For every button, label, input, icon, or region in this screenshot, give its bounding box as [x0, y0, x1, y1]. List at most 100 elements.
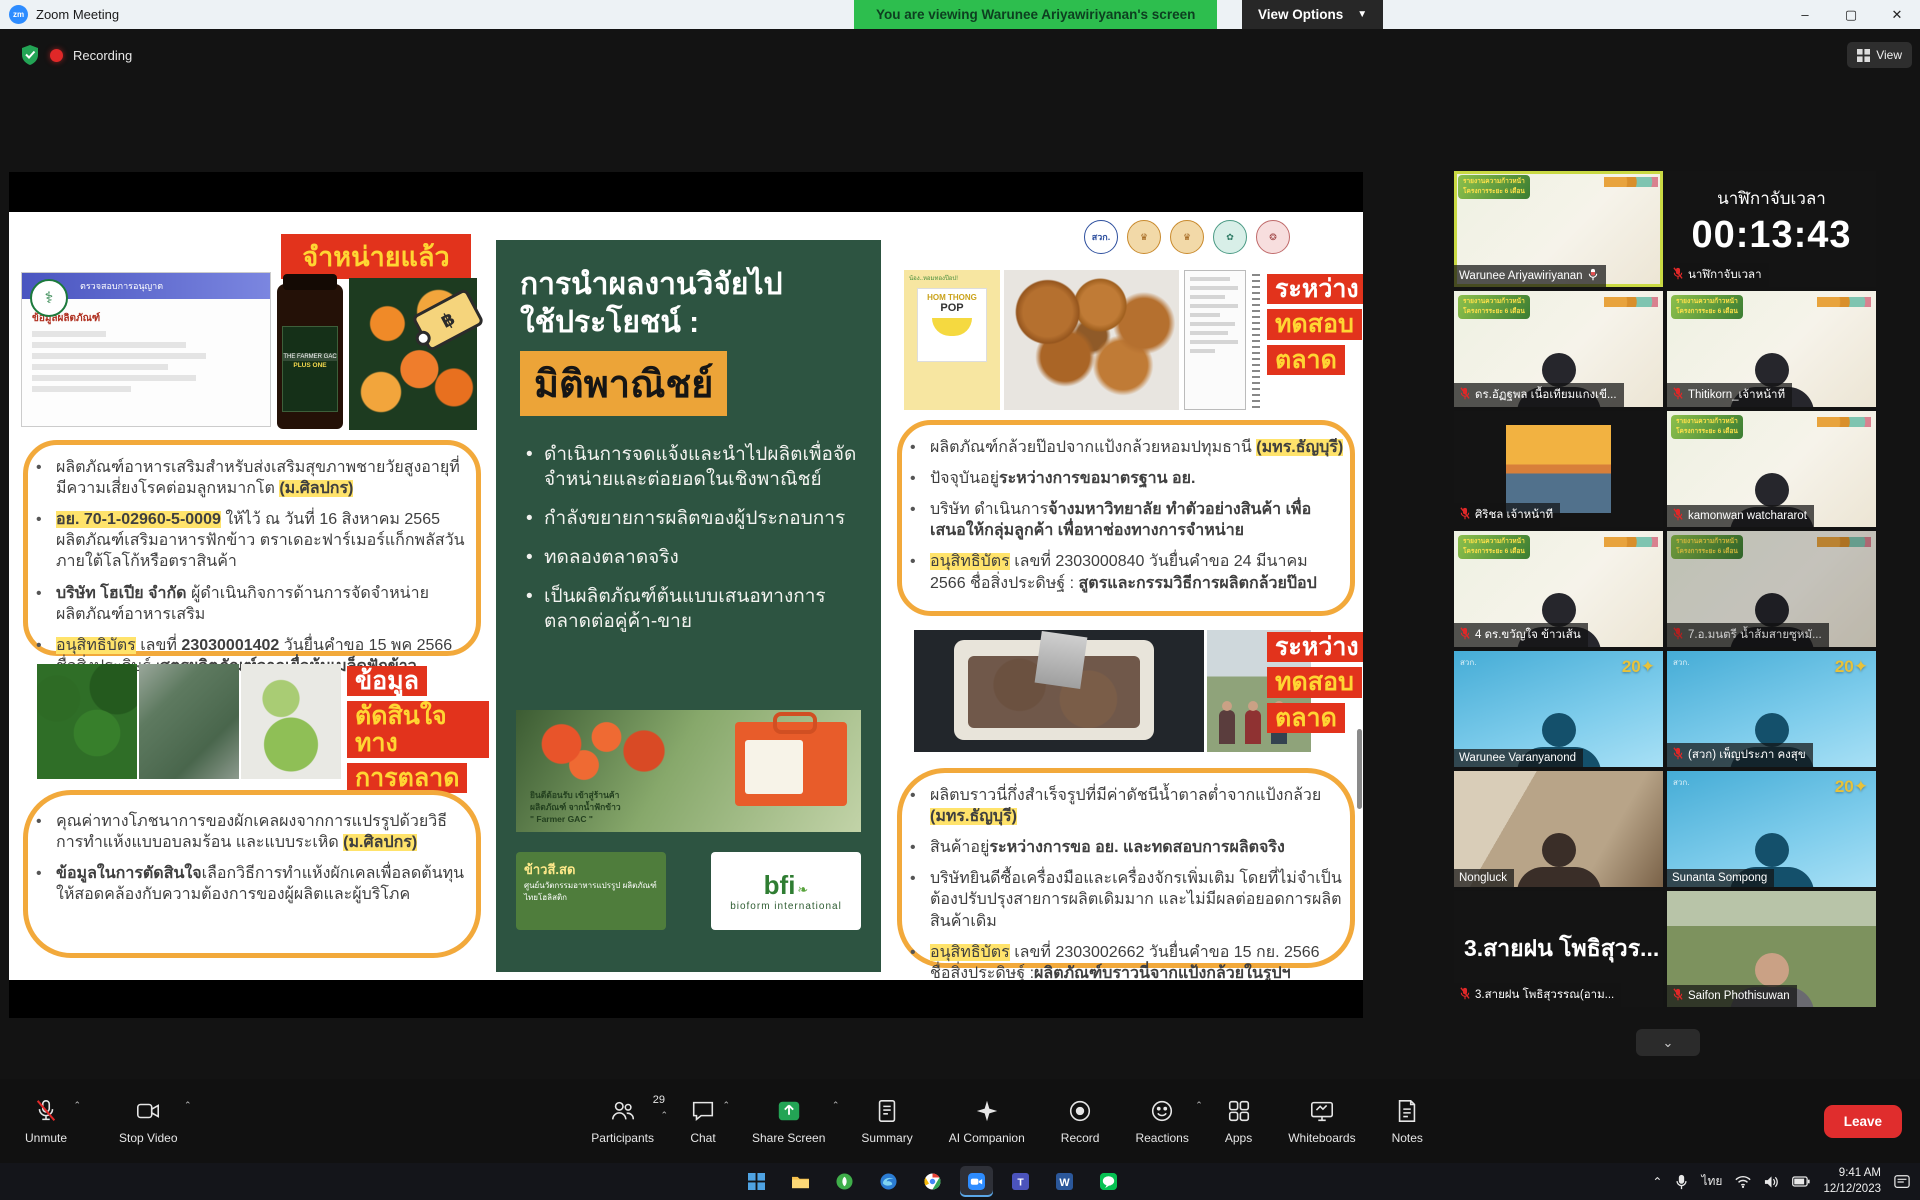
toolbar-center-group: Participants29⌃Chat⌃Share Screen⌃Summary…: [578, 1092, 1436, 1151]
chat-button[interactable]: Chat⌃: [677, 1092, 729, 1151]
reactions-button[interactable]: Reactions⌃: [1122, 1092, 1201, 1151]
participant-name: Thitikorn_เจ้าหน้าที: [1667, 383, 1792, 407]
wifi-icon[interactable]: [1735, 1175, 1751, 1188]
view-layout-button[interactable]: View: [1847, 42, 1912, 68]
more-participants-button[interactable]: ⌄: [1636, 1029, 1700, 1056]
notification-icon[interactable]: [1894, 1174, 1910, 1190]
apps-button[interactable]: Apps: [1212, 1092, 1265, 1151]
leave-button[interactable]: Leave: [1824, 1105, 1902, 1138]
chevron-up-icon[interactable]: ⌃: [722, 1100, 730, 1111]
participant-name: Sunanta Sompong: [1667, 869, 1774, 887]
teams-icon[interactable]: T: [1004, 1166, 1037, 1197]
participant-tile[interactable]: 3.สายฝน โพธิสุวร...3.สายฝน โพธิสุวรรณ(อา…: [1454, 891, 1663, 1007]
taskbar-icons: TW: [740, 1166, 1125, 1197]
minimize-button[interactable]: –: [1782, 0, 1828, 29]
chevron-up-icon[interactable]: ⌃: [1195, 1100, 1203, 1111]
chevron-up-icon[interactable]: ⌃: [832, 1100, 840, 1111]
edge-icon[interactable]: [872, 1166, 905, 1197]
timer-value: 00:13:43: [1667, 214, 1876, 257]
participant-name: นาฬิกาจับเวลา: [1667, 263, 1769, 287]
close-button[interactable]: ✕: [1874, 0, 1920, 29]
chevron-up-icon[interactable]: ⌃: [73, 1100, 81, 1111]
bullet-item: ปัจจุบันอยู่ระหว่างการขอมาตรฐาน อย.: [904, 468, 1344, 489]
taskbar-clock[interactable]: 9:41 AM 12/12/2023: [1823, 1166, 1881, 1197]
shared-screen-scrollbar[interactable]: [1357, 729, 1362, 809]
left-bullet-box-2: คุณค่าทางโภชนาการของผักเคลผงจากการแปรรูป…: [23, 790, 481, 958]
ai-companion-button[interactable]: AI Companion: [936, 1092, 1038, 1151]
participant-tile[interactable]: สวก.20✦Warunee Varanyanond: [1454, 651, 1663, 767]
chrome-icon[interactable]: [916, 1166, 949, 1197]
timer-heading: นาฬิกาจับเวลา: [1667, 185, 1876, 212]
participant-tile[interactable]: รายงานความก้าวหน้าโครงการระยะ 6 เดือน4 ด…: [1454, 531, 1663, 647]
mic-muted-icon: [1459, 987, 1471, 1003]
line-icon[interactable]: [1092, 1166, 1125, 1197]
mic-muted-icon: [33, 1098, 59, 1127]
participant-tile[interactable]: สวก.20✦(สวก) เพ็ญประภา คงสุข: [1667, 651, 1876, 767]
fried-banana-balls-image: [1004, 270, 1179, 410]
maximize-button[interactable]: ▢: [1828, 0, 1874, 29]
testing-market-label: ระหว่างทดสอบตลาด: [1267, 274, 1363, 380]
toolbar-label: Participants: [591, 1131, 654, 1145]
language-indicator[interactable]: ไทย: [1701, 1172, 1722, 1191]
viewing-screen-banner: You are viewing Warunee Ariyawiriyanan's…: [854, 0, 1217, 29]
left-bullet-box: ผลิตภัณฑ์อาหารเสริมสำหรับส่งเสริมสุขภาพช…: [23, 440, 481, 656]
mic-muted-icon: [1672, 988, 1684, 1004]
start-icon[interactable]: [740, 1166, 773, 1197]
toolbar-label: Stop Video: [119, 1131, 178, 1145]
participant-tile[interactable]: สวก.20✦Sunanta Sompong: [1667, 771, 1876, 887]
battery-icon[interactable]: [1792, 1176, 1810, 1187]
red-label-line: ตลาด: [1267, 703, 1345, 733]
word-icon[interactable]: W: [1048, 1166, 1081, 1197]
notes-button[interactable]: Notes: [1379, 1092, 1436, 1151]
settings-green-icon[interactable]: [828, 1166, 861, 1197]
participant-tile[interactable]: รายงานความก้าวหน้าโครงการระยะ 6 เดือนThi…: [1667, 291, 1876, 407]
participant-tile[interactable]: รายงานความก้าวหน้าโครงการระยะ 6 เดือน7.อ…: [1667, 531, 1876, 647]
chevron-up-icon[interactable]: ⌃: [184, 1100, 192, 1111]
gac-fruit-image: [524, 716, 674, 786]
mic-muted-icon: [1672, 508, 1684, 524]
virtual-bg-report-badge: รายงานความก้าวหน้าโครงการระยะ 6 เดือน: [1458, 535, 1530, 559]
security-shield-icon[interactable]: [20, 44, 40, 66]
bullet-item: ผลิตภัณฑ์อาหารเสริมสำหรับส่งเสริมสุขภาพช…: [30, 457, 470, 499]
whiteboards-button[interactable]: Whiteboards: [1275, 1092, 1368, 1151]
participant-tile[interactable]: ศิริชล เจ้าหน้าที: [1454, 411, 1663, 527]
summary-button[interactable]: Summary: [848, 1092, 925, 1151]
record-button[interactable]: Record: [1048, 1092, 1113, 1151]
bullet-item: บริษัทยินดีซื้อเครื่องมือและเครื่องจักรเ…: [904, 868, 1344, 931]
zoom-icon[interactable]: [960, 1166, 993, 1197]
chevron-up-icon[interactable]: ⌃: [660, 1110, 668, 1121]
participant-tile[interactable]: นาฬิกาจับเวลา00:13:43นาฬิกาจับเวลา: [1667, 171, 1876, 287]
participant-name: (สวก) เพ็ญประภา คงสุข: [1667, 743, 1813, 767]
tray-mic-icon[interactable]: [1675, 1174, 1688, 1190]
summary-icon: [874, 1098, 900, 1127]
bullet-item: ข้อมูลในการตัดสินใจเลือกวิธีการทำแห้งผัก…: [30, 863, 470, 905]
view-options-button[interactable]: View Options ▼: [1242, 0, 1383, 29]
participant-tile[interactable]: รายงานความก้าวหน้าโครงการระยะ 6 เดือนkam…: [1667, 411, 1876, 527]
toolbar-label: Whiteboards: [1288, 1131, 1355, 1145]
mic-muted-icon: [1672, 387, 1684, 403]
unmute-button[interactable]: Unmute⌃: [12, 1092, 80, 1151]
participant-tile[interactable]: Nongluck: [1454, 771, 1663, 887]
participant-tile[interactable]: รายงานความก้าวหน้าโครงการระยะ 6 เดือนWar…: [1454, 171, 1663, 287]
participant-tile[interactable]: รายงานความก้าวหน้าโครงการระยะ 6 เดือนดร.…: [1454, 291, 1663, 407]
share-screen-button[interactable]: Share Screen⌃: [739, 1092, 838, 1151]
bullet-item: ทดลองตลาดจริง: [520, 545, 857, 570]
volume-icon[interactable]: [1764, 1175, 1779, 1189]
2023-graphic: 20✦: [1622, 657, 1655, 677]
participant-tile[interactable]: Saifon Phothisuwan: [1667, 891, 1876, 1007]
market-decision-label: ข้อมูลตัดสินใจทางการตลาด: [347, 666, 489, 798]
participants-button[interactable]: Participants29⌃: [578, 1092, 667, 1151]
testing-market-label-2: ระหว่างทดสอบตลาด: [1267, 632, 1363, 738]
bullet-item: อนุสิทธิบัตร เลขที่ 2303000840 วันยื่นคำ…: [904, 551, 1344, 593]
stop-video-button[interactable]: Stop Video ⌃: [106, 1092, 191, 1151]
participant-name: Nongluck: [1454, 869, 1514, 887]
virtual-bg-report-badge: รายงานความก้าวหน้าโครงการระยะ 6 เดือน: [1458, 295, 1530, 319]
virtual-bg-logos: [1817, 297, 1871, 307]
virtual-bg-report-badge: รายงานความก้าวหน้าโครงการระยะ 6 เดือน: [1671, 535, 1743, 559]
tray-chevron-up-icon[interactable]: ⌃: [1652, 1175, 1662, 1189]
svk-logo: สวก.: [1673, 776, 1689, 789]
file-explorer-icon[interactable]: [784, 1166, 817, 1197]
rice-brand-card: ข้าวสี.สด ศูนย์นวัตกรรมอาหารแปรรูป ผลิตภ…: [516, 852, 666, 930]
recording-indicator: Recording: [20, 44, 132, 66]
right-bullet-box: ผลิตภัณฑ์กล้วยป๊อปจากแป้งกล้วยหอมปทุมธาน…: [897, 420, 1355, 616]
